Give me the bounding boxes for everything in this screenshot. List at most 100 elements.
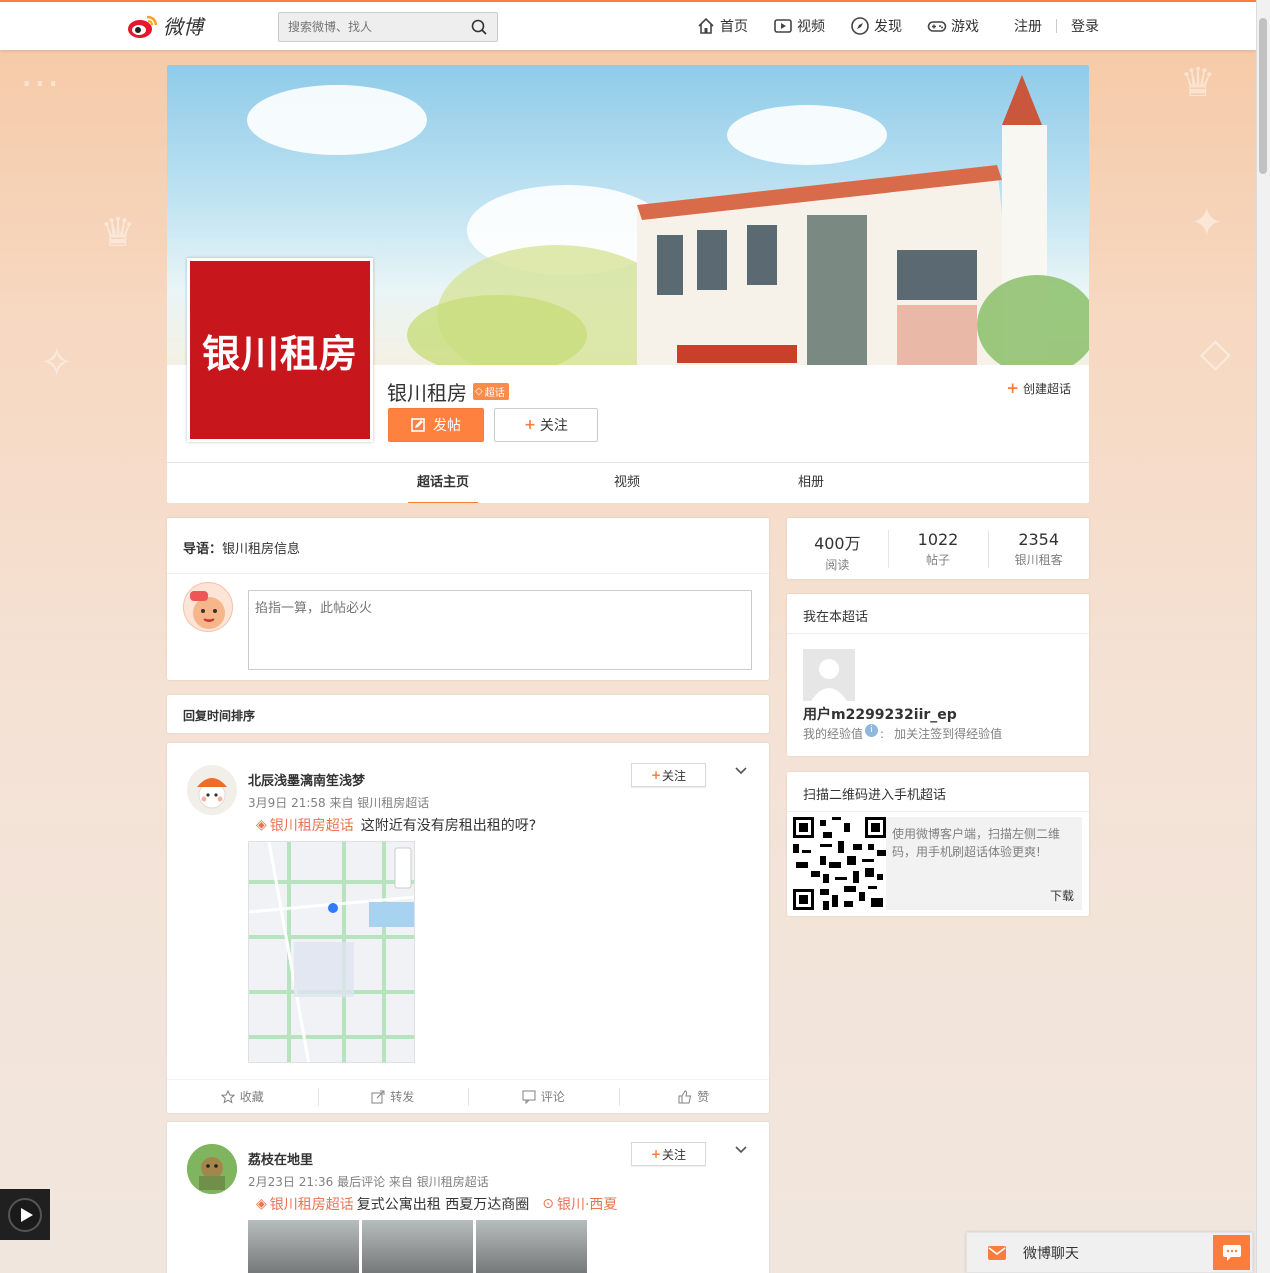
post-content: ◈ 银川租房超话 这附近有没有房租出租的呀? — [256, 815, 536, 835]
post-button-label: 发帖 — [433, 418, 461, 434]
nav-game-label: 游戏 — [951, 19, 979, 35]
my-experience: 我的经验值 i : 加关注签到得经验值 — [803, 724, 1002, 742]
download-link[interactable]: 下载 — [1050, 887, 1074, 904]
login-link[interactable]: 登录 — [1071, 16, 1099, 36]
like-action[interactable]: 赞 — [618, 1080, 770, 1113]
weibo-chat-bar[interactable]: 微博聊天 — [966, 1232, 1253, 1273]
scrollbar-thumb[interactable] — [1259, 18, 1267, 174]
location-link[interactable]: ⊙ 银川·西夏 — [542, 1194, 617, 1214]
post-meta: 3月9日 21:58 来自 银川租房超话 — [248, 796, 430, 810]
weibo-logo[interactable]: 微博 — [127, 11, 203, 40]
compose-input[interactable] — [248, 590, 752, 670]
panel-title: 扫描二维码进入手机超话 — [803, 788, 947, 803]
repost-action[interactable]: 转发 — [317, 1080, 469, 1113]
follow-user-button[interactable]: + 关注 — [631, 1142, 706, 1166]
weibo-eye-icon — [127, 12, 159, 40]
post-avatar[interactable] — [187, 765, 237, 815]
post-avatar[interactable] — [187, 1144, 237, 1194]
post-card: 北辰浅墨漓南笙浅梦 3月9日 21:58 来自 银川租房超话 + 关注 ◈ 银川租房… — [167, 743, 769, 1113]
tab-video[interactable]: 视频 — [592, 463, 662, 503]
nav-home-label: 首页 — [720, 19, 748, 35]
post-photo[interactable] — [476, 1220, 587, 1273]
follow-user-label: 关注 — [662, 1147, 687, 1162]
decor-dots-icon: ⋯ — [20, 60, 60, 106]
stat-reads-number: 400万 — [814, 534, 861, 553]
diamond-icon: ◇ — [475, 386, 483, 397]
favorite-action[interactable]: 收藏 — [167, 1080, 318, 1113]
stat-members: 2354 银川租客 — [988, 518, 1089, 579]
info-icon[interactable]: i — [865, 724, 879, 737]
post-card: 荔枝在地里 2月23日 21:36 最后评论 来自 银川租房超话 + 关注 ◈ 银川… — [167, 1122, 769, 1273]
favorite-label: 收藏 — [239, 1090, 264, 1104]
stat-members-number: 2354 — [1018, 530, 1060, 549]
logo-text: 微博 — [163, 15, 203, 39]
guide-line: 导语：银川租房信息 — [183, 538, 300, 557]
topic-title-row: 银川租房 ◇ 超话 — [387, 377, 509, 406]
plus-icon: + — [650, 768, 662, 782]
like-label: 赞 — [697, 1090, 710, 1104]
floating-player-button[interactable] — [0, 1189, 50, 1240]
topic-stats: 400万 阅读 1022 帖子 2354 银川租客 — [787, 518, 1089, 579]
search-box — [278, 12, 498, 42]
qr-description: 使用微博客户端，扫描左侧二维码，用手机刷超话体验更爽! — [892, 827, 1061, 859]
create-super-topic-button[interactable]: + 创建超话 — [1006, 379, 1071, 397]
search-icon[interactable] — [471, 19, 487, 35]
stat-posts: 1022 帖子 — [887, 518, 989, 579]
stat-posts-label: 帖子 — [926, 553, 951, 567]
chevron-down-icon[interactable] — [733, 763, 749, 779]
default-avatar[interactable] — [803, 649, 855, 701]
topic-link[interactable]: ◈ 银川租房超话 — [256, 815, 354, 835]
register-link[interactable]: 注册 — [1014, 16, 1042, 36]
comment-action[interactable]: 评论 — [468, 1080, 619, 1113]
tab-home[interactable]: 超话主页 — [408, 463, 478, 503]
topic-link[interactable]: ◈ 银川租房超话 — [256, 1194, 354, 1214]
super-topic-icon: ◈ — [256, 817, 267, 833]
chevron-down-icon[interactable] — [733, 1142, 749, 1158]
post-username[interactable]: 北辰浅墨漓南笙浅梦 — [248, 770, 365, 789]
follow-user-button[interactable]: + 关注 — [631, 763, 706, 787]
my-username[interactable]: 用户m2299232iir_ep — [803, 704, 957, 724]
guide-text: 银川租房信息 — [222, 542, 301, 557]
post-username[interactable]: 荔枝在地里 — [248, 1149, 313, 1168]
edit-icon — [411, 418, 425, 432]
nav-discover-label: 发现 — [874, 19, 902, 35]
map-screenshot-image[interactable] — [248, 841, 415, 1063]
nav-video[interactable]: 视频 — [773, 16, 825, 36]
post-content: ◈ 银川租房超话 复式公寓出租 西夏万达商圈 ⊙ 银川·西夏 — [256, 1194, 617, 1214]
repost-icon — [371, 1090, 385, 1103]
nav-discover[interactable]: 发现 — [850, 16, 902, 36]
super-topic-badge: ◇ 超话 — [473, 383, 509, 400]
stat-members-label: 银川租客 — [1014, 553, 1063, 567]
nav-game[interactable]: 游戏 — [927, 16, 979, 36]
divider — [787, 811, 1089, 812]
experience-colon: : — [880, 726, 885, 741]
post-photo[interactable] — [248, 1220, 359, 1273]
post-button[interactable]: 发帖 — [388, 408, 484, 442]
video-icon — [774, 19, 792, 33]
plus-icon: + — [650, 1147, 662, 1161]
post-text: 复式公寓出租 西夏万达商圈 — [356, 1197, 530, 1213]
nav-video-label: 视频 — [797, 19, 825, 35]
topic-link-label: 银川租房超话 — [269, 818, 354, 834]
sort-by-reply-time[interactable]: 回复时间排序 — [183, 707, 255, 724]
post-meta: 2月23日 21:36 最后评论 来自 银川租房超话 — [248, 1175, 489, 1189]
user-avatar — [183, 582, 233, 632]
my-status-panel: 我在本超话 用户m2299232iir_ep 我的经验值 i : 加关注签到得经… — [787, 594, 1089, 756]
divider — [167, 573, 769, 574]
search-input[interactable] — [279, 13, 459, 41]
nav-home[interactable]: 首页 — [696, 16, 748, 36]
follow-topic-button[interactable]: + 关注 — [494, 408, 598, 442]
experience-label: 我的经验值 — [803, 727, 864, 741]
decor-crown-icon: ♛ — [100, 210, 136, 256]
location-label: 银川·西夏 — [556, 1197, 618, 1213]
topic-avatar-text: 银川租房 — [201, 331, 358, 376]
follow-user-label: 关注 — [662, 768, 687, 783]
page-scrollbar[interactable] — [1256, 0, 1270, 1273]
location-pin-icon: ⊙ — [542, 1196, 554, 1212]
tab-album[interactable]: 相册 — [776, 463, 846, 503]
chat-label: 微博聊天 — [1023, 1245, 1079, 1262]
chat-bubble-icon[interactable] — [1213, 1235, 1250, 1270]
post-photo[interactable] — [362, 1220, 473, 1273]
topic-avatar: 银川租房 — [187, 258, 373, 442]
nav-divider — [1056, 19, 1057, 33]
